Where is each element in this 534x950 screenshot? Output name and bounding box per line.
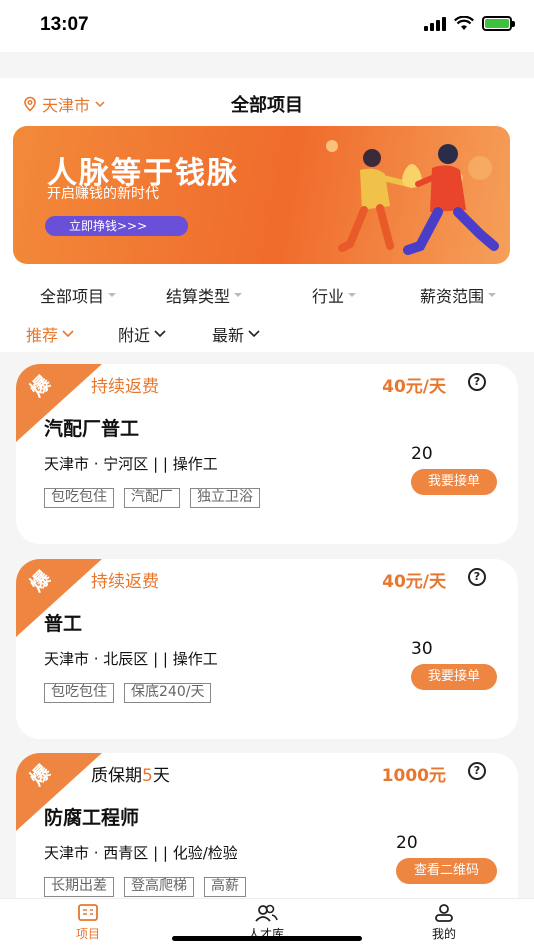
cellular-signal-icon <box>424 16 446 31</box>
job-badges: 包吃包住 汽配厂 独立卫浴 <box>44 488 260 508</box>
tab-label: 项目 <box>75 927 100 941</box>
help-icon[interactable]: ? <box>468 568 486 586</box>
job-title: 汽配厂普工 <box>44 418 140 440</box>
job-count: 20 <box>396 833 418 853</box>
job-tag: 持续返费 <box>91 377 159 397</box>
bottom-tab-bar: 项目 人才库 我的 <box>0 898 534 950</box>
sort-row: 推荐 附近 最新 <box>0 322 534 346</box>
chevron-down-icon <box>154 330 166 338</box>
project-icon <box>78 904 98 921</box>
promo-banner[interactable]: 人脉等于钱脉 开启赚钱的新时代 立即挣钱>>> <box>13 126 510 264</box>
job-badges: 包吃包住 保底240/天 <box>44 683 212 703</box>
job-title: 普工 <box>44 613 83 635</box>
battery-icon <box>482 16 515 31</box>
job-price: 40元/天 <box>382 377 446 397</box>
job-card[interactable]: 爆 持续返费 40元/天 ? 普工 天津市 · 北辰区 | | 操作工 30 我… <box>16 559 518 739</box>
view-qrcode-button[interactable]: 查看二维码 <box>396 858 497 884</box>
job-badge: 高薪 <box>204 877 246 897</box>
job-tag: 质保期5天 <box>91 766 170 786</box>
tab-mine[interactable]: 我的 <box>404 903 484 942</box>
job-badge: 包吃包住 <box>44 683 114 703</box>
job-badge: 独立卫浴 <box>190 488 260 508</box>
job-badge: 长期出差 <box>44 877 114 897</box>
tab-projects[interactable]: 项目 <box>48 903 128 942</box>
help-icon[interactable]: ? <box>468 762 486 780</box>
caret-down-icon <box>488 293 497 297</box>
banner-earn-button[interactable]: 立即挣钱>>> <box>45 216 188 236</box>
job-badge: 包吃包住 <box>44 488 114 508</box>
job-price: 40元/天 <box>382 572 446 592</box>
help-icon[interactable]: ? <box>468 373 486 391</box>
people-icon <box>255 904 278 922</box>
accept-order-button[interactable]: 我要接单 <box>411 469 497 495</box>
chevron-down-icon <box>248 330 260 338</box>
filter-settlement-type[interactable]: 结算类型 <box>166 283 243 307</box>
job-badge: 登高爬梯 <box>124 877 194 897</box>
status-bar: 13:07 <box>0 0 534 52</box>
chevron-down-icon <box>62 330 74 338</box>
sort-latest[interactable]: 最新 <box>212 322 261 346</box>
banner-subtitle: 开启赚钱的新时代 <box>47 186 159 202</box>
job-tag: 持续返费 <box>91 572 159 592</box>
job-card[interactable]: 爆 持续返费 40元/天 ? 汽配厂普工 天津市 · 宁河区 | | 操作工 2… <box>16 364 518 544</box>
header: 天津市 全部项目 人脉等于钱脉 开启赚钱的新时代 立即挣钱>>> 全部项目 结算… <box>0 78 534 352</box>
filter-industry[interactable]: 行业 <box>312 283 357 307</box>
job-badge: 汽配厂 <box>124 488 180 508</box>
job-title: 防腐工程师 <box>44 807 140 829</box>
page-title: 全部项目 <box>231 95 303 116</box>
status-icons <box>424 16 515 31</box>
sort-recommended[interactable]: 推荐 <box>26 322 75 346</box>
status-time: 13:07 <box>40 14 89 35</box>
sort-nearby[interactable]: 附近 <box>118 322 167 346</box>
job-location: 天津市 · 宁河区 | | 操作工 <box>44 455 218 473</box>
tab-label: 我的 <box>431 927 456 941</box>
accept-order-button[interactable]: 我要接单 <box>411 664 497 690</box>
caret-down-icon <box>234 293 243 297</box>
person-icon <box>435 904 453 922</box>
filter-row: 全部项目 结算类型 行业 薪资范围 <box>0 283 534 307</box>
caret-down-icon <box>348 293 357 297</box>
handshake-illustration <box>326 140 499 255</box>
job-location: 天津市 · 西青区 | | 化验/检验 <box>44 844 238 862</box>
job-count: 20 <box>411 444 433 464</box>
job-badges: 长期出差 登高爬梯 高薪 <box>44 877 246 897</box>
job-price: 1000元 <box>381 766 446 786</box>
filter-all-projects[interactable]: 全部项目 <box>40 283 117 307</box>
caret-down-icon <box>108 293 117 297</box>
home-indicator <box>172 936 362 941</box>
wifi-icon <box>454 16 474 30</box>
filter-salary-range[interactable]: 薪资范围 <box>420 283 497 307</box>
job-count: 30 <box>411 639 433 659</box>
job-location: 天津市 · 北辰区 | | 操作工 <box>44 650 218 668</box>
job-badge: 保底240/天 <box>124 683 212 703</box>
